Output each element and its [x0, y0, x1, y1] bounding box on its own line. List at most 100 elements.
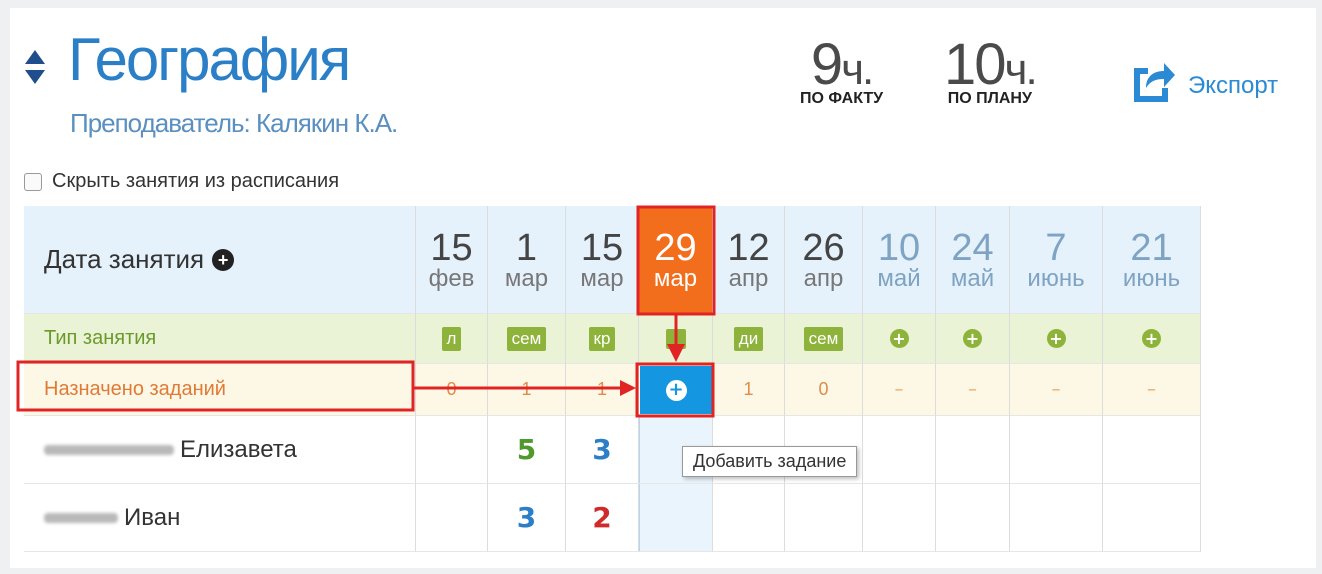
- hide-schedule-checkbox[interactable]: [24, 172, 42, 191]
- assign-row-label: Назначено заданий: [24, 364, 416, 416]
- grade-cell[interactable]: [416, 416, 488, 484]
- date-month: мар: [580, 264, 624, 292]
- assigned-count-cell: 1: [566, 364, 639, 416]
- fact-hours: 9ч. ПО ФАКТУ: [800, 36, 883, 108]
- assigned-count-cell: 1: [713, 364, 785, 416]
- sort-icon[interactable]: [24, 48, 46, 88]
- date-month: май: [950, 264, 995, 292]
- add-type-icon[interactable]: +: [963, 329, 982, 348]
- grade-cell[interactable]: [936, 484, 1010, 552]
- grade-value: 2: [592, 501, 612, 534]
- grade-cell[interactable]: [1010, 484, 1103, 552]
- add-type-icon[interactable]: +: [889, 329, 909, 348]
- grade-cell[interactable]: [936, 416, 1010, 484]
- date-column-header[interactable]: 24 май: [936, 206, 1010, 314]
- date-column-header[interactable]: 1 мар: [488, 206, 566, 314]
- lesson-type-cell[interactable]: +: [1010, 314, 1103, 364]
- plan-hours-value: 10: [944, 32, 1006, 97]
- grade-cell[interactable]: [1010, 416, 1103, 484]
- add-task-tooltip: Добавить задание: [682, 446, 858, 477]
- add-type-icon[interactable]: +: [1046, 329, 1066, 348]
- date-column-header[interactable]: 7 июнь: [1010, 206, 1103, 314]
- date-column-header[interactable]: 29 мар: [639, 206, 713, 314]
- date-column-header[interactable]: 21 июнь: [1103, 206, 1201, 314]
- date-day: 15: [430, 226, 473, 269]
- student-name[interactable]: Иван: [24, 484, 416, 552]
- plan-hours-unit: ч.: [1004, 45, 1038, 94]
- date-day: 7: [1045, 226, 1067, 269]
- lesson-type-badge[interactable]: [665, 328, 686, 349]
- lesson-type-cell[interactable]: сем: [488, 314, 566, 364]
- student-first-name: Елизавета: [180, 435, 297, 463]
- assigned-count: –: [968, 379, 977, 400]
- grade-cell[interactable]: [639, 484, 713, 552]
- assigned-count: –: [894, 379, 904, 400]
- assigned-count: 0: [818, 379, 829, 399]
- lesson-type-cell[interactable]: сем: [785, 314, 863, 364]
- grade-cell[interactable]: [863, 416, 936, 484]
- grade-cell[interactable]: [416, 484, 488, 552]
- assigned-count: 1: [521, 379, 532, 399]
- lesson-type-cell[interactable]: +: [863, 314, 936, 364]
- date-header-cell[interactable]: Дата занятия +: [24, 206, 416, 314]
- student-name[interactable]: Елизавета: [24, 416, 416, 484]
- date-column-header[interactable]: 15 мар: [566, 206, 639, 314]
- date-column-header[interactable]: 10 май: [863, 206, 936, 314]
- date-month: май: [877, 264, 921, 292]
- lesson-type-badge[interactable]: кр: [588, 326, 616, 351]
- lesson-type-cell[interactable]: +: [936, 314, 1010, 364]
- grade-cell[interactable]: 2: [566, 484, 639, 552]
- assigned-count-cell: 0: [416, 364, 488, 416]
- grade-cell[interactable]: 3: [566, 416, 639, 484]
- grade-cell[interactable]: 3: [488, 484, 566, 552]
- grade-value: 3: [516, 501, 537, 534]
- assigned-count-cell: –: [863, 364, 936, 416]
- date-month: июнь: [1027, 264, 1085, 292]
- date-month: апр: [728, 264, 769, 292]
- date-column-header[interactable]: 26 апр: [785, 206, 863, 314]
- grade-cell[interactable]: [863, 484, 936, 552]
- plus-icon: +: [665, 379, 687, 401]
- lesson-type-badge[interactable]: л: [441, 326, 462, 351]
- lesson-type-badge[interactable]: ди: [733, 326, 764, 351]
- add-task-button[interactable]: +: [640, 366, 712, 414]
- grade-cell[interactable]: [1103, 416, 1201, 484]
- date-day: 15: [580, 226, 624, 269]
- export-label: Экспорт: [1188, 72, 1279, 99]
- lesson-type-cell[interactable]: л: [416, 314, 488, 364]
- type-row-label: Тип занятия: [24, 314, 416, 364]
- assigned-count: 1: [596, 379, 607, 399]
- lesson-type-cell[interactable]: +: [1103, 314, 1201, 364]
- grade-cell[interactable]: [1103, 484, 1201, 552]
- date-month: июнь: [1122, 264, 1181, 292]
- date-day: 24: [951, 226, 994, 269]
- export-button[interactable]: Экспорт: [1128, 58, 1278, 104]
- add-date-icon[interactable]: +: [212, 248, 235, 271]
- grade-cell[interactable]: [713, 484, 785, 552]
- fact-hours-caption: ПО ФАКТУ: [800, 90, 884, 107]
- date-day: 10: [877, 226, 921, 269]
- add-type-icon[interactable]: +: [1142, 329, 1161, 348]
- export-icon: [1134, 63, 1175, 102]
- assigned-count: 1: [743, 379, 754, 399]
- assigned-count-cell: 0: [785, 364, 863, 416]
- plan-hours-caption: ПО ПЛАНУ: [947, 90, 1032, 107]
- date-month: фев: [428, 264, 475, 292]
- redacted-surname: [44, 512, 118, 523]
- assigned-count: –: [1147, 379, 1156, 400]
- lesson-type-badge[interactable]: сем: [803, 326, 844, 351]
- grade-cell[interactable]: [785, 484, 863, 552]
- assigned-count: –: [1051, 379, 1061, 400]
- lesson-type-badge[interactable]: сем: [506, 326, 547, 351]
- lesson-type-cell[interactable]: ди: [713, 314, 785, 364]
- redacted-surname: [44, 444, 174, 455]
- lesson-type-cell[interactable]: [639, 314, 713, 364]
- hide-schedule-label: Скрыть занятия из расписания: [52, 170, 340, 192]
- date-header-label: Дата занятия: [44, 244, 205, 274]
- teacher-name: Преподаватель: Калякин К.А.: [70, 108, 398, 138]
- lesson-type-cell[interactable]: кр: [566, 314, 639, 364]
- date-column-header[interactable]: 12 апр: [713, 206, 785, 314]
- grade-cell[interactable]: 5: [488, 416, 566, 484]
- hide-schedule-toggle[interactable]: Скрыть занятия из расписания: [24, 170, 339, 193]
- date-column-header[interactable]: 15 фев: [416, 206, 488, 314]
